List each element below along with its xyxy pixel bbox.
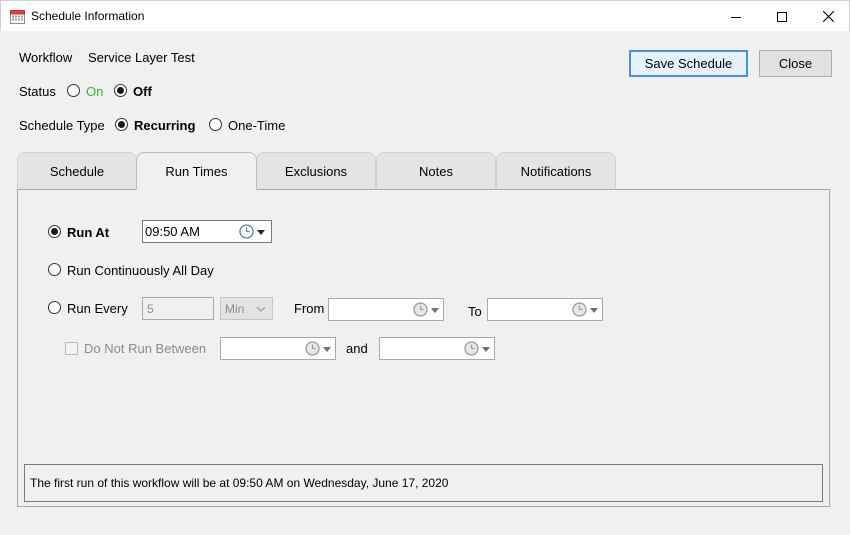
exclude-end-time-picker[interactable] [379, 337, 495, 360]
status-on-radio[interactable] [67, 84, 80, 97]
chevron-down-icon [590, 308, 598, 313]
do-not-run-between-label[interactable]: Do Not Run Between [84, 341, 206, 356]
tab-schedule[interactable]: Schedule [17, 152, 137, 190]
one-time-label[interactable]: One-Time [228, 118, 285, 133]
from-time-picker[interactable] [328, 298, 444, 321]
exclude-start-time-picker[interactable] [220, 337, 336, 360]
do-not-run-between-checkbox[interactable] [65, 342, 78, 355]
maximize-button[interactable] [759, 1, 805, 32]
run-every-unit-value: Min [225, 301, 245, 316]
run-continuously-label[interactable]: Run Continuously All Day [67, 263, 214, 278]
chevron-down-icon [256, 306, 266, 312]
workflow-label: Workflow [19, 50, 73, 65]
recurring-radio[interactable] [115, 118, 128, 131]
close-icon [822, 11, 834, 22]
status-label: Status [19, 84, 56, 99]
window-title: Schedule Information [31, 9, 145, 23]
clock-icon [413, 302, 428, 317]
status-off-label[interactable]: Off [133, 84, 152, 99]
run-every-interval-input[interactable]: 5 [142, 297, 214, 320]
run-at-radio[interactable] [48, 225, 61, 238]
chevron-down-icon [257, 230, 265, 235]
to-label: To [468, 304, 482, 319]
calendar-icon [10, 10, 25, 24]
clock-icon [572, 302, 587, 317]
chevron-down-icon [323, 347, 331, 352]
minimize-icon [731, 16, 741, 18]
chevron-down-icon [431, 308, 439, 313]
run-every-label[interactable]: Run Every [67, 301, 128, 316]
clock-icon [464, 341, 479, 356]
tab-run-times[interactable]: Run Times [136, 152, 257, 190]
run-continuously-radio[interactable] [48, 263, 61, 276]
run-at-time-picker[interactable]: 09:50 AM [142, 220, 272, 243]
run-every-radio[interactable] [48, 301, 61, 314]
first-run-message-text: The first run of this workflow will be a… [30, 476, 449, 490]
chevron-down-icon [482, 347, 490, 352]
one-time-radio[interactable] [209, 118, 222, 131]
tab-notifications[interactable]: Notifications [496, 152, 616, 190]
run-at-time-value: 09:50 AM [145, 224, 200, 239]
clock-icon [239, 224, 254, 239]
run-at-label[interactable]: Run At [67, 225, 109, 240]
workflow-value: Service Layer Test [88, 50, 195, 65]
clock-icon [305, 341, 320, 356]
status-off-radio[interactable] [114, 84, 127, 97]
tab-exclusions[interactable]: Exclusions [256, 152, 376, 190]
run-every-unit-select[interactable]: Min [220, 297, 273, 320]
recurring-label[interactable]: Recurring [134, 118, 195, 133]
close-window-button[interactable] [805, 1, 850, 32]
maximize-icon [777, 11, 787, 22]
tab-notes[interactable]: Notes [376, 152, 496, 190]
from-label: From [294, 301, 325, 316]
minimize-button[interactable] [713, 1, 759, 32]
save-schedule-button[interactable]: Save Schedule [629, 50, 748, 77]
to-time-picker[interactable] [487, 298, 603, 321]
schedule-type-label: Schedule Type [19, 118, 105, 133]
and-label: and [346, 341, 368, 356]
title-bar: Schedule Information [0, 0, 850, 31]
close-button[interactable]: Close [759, 50, 832, 77]
first-run-message: The first run of this workflow will be a… [24, 464, 823, 502]
status-on-label[interactable]: On [86, 84, 103, 99]
